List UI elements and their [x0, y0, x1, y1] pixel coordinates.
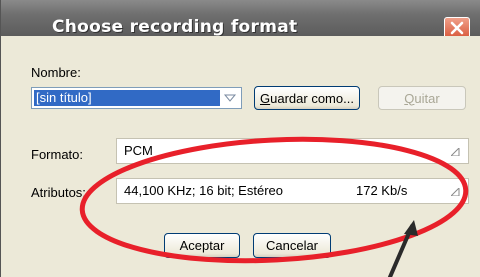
recording-format-dialog: Choose recording format Nombre: [sin tít… — [0, 0, 480, 277]
cancel-button[interactable]: Cancelar — [253, 233, 331, 258]
format-field[interactable]: PCM — [116, 138, 469, 164]
format-value: PCM — [124, 143, 153, 158]
ok-label: Aceptar — [179, 238, 225, 253]
cancel-label: Cancelar — [265, 238, 319, 253]
resize-grip-icon — [451, 188, 460, 196]
resize-grip-icon — [451, 148, 460, 156]
name-label: Nombre: — [31, 65, 81, 80]
attributes-label: Atributos: — [31, 185, 86, 200]
attributes-field[interactable]: 44,100 KHz; 16 bit; Estéreo 172 Kb/s — [116, 178, 469, 204]
remove-button[interactable]: Quitar — [378, 86, 466, 110]
remove-label: uitar — [414, 90, 440, 106]
close-icon — [450, 21, 464, 35]
dialog-title: Choose recording format — [52, 17, 298, 37]
format-label: Formato: — [31, 147, 84, 162]
ok-button[interactable]: Aceptar — [164, 233, 240, 258]
save-as-button[interactable]: Guardar como... — [254, 86, 360, 110]
remove-accel: Q — [404, 90, 415, 106]
save-as-label: uardar como... — [270, 90, 354, 106]
attributes-value: 44,100 KHz; 16 bit; Estéreo — [124, 183, 283, 198]
dropdown-arrow-icon[interactable] — [223, 92, 237, 104]
name-combobox[interactable]: [sin título] — [31, 87, 242, 109]
bitrate-value: 172 Kb/s — [356, 183, 408, 198]
title-bar[interactable]: Choose recording format — [1, 0, 480, 39]
save-as-accel: G — [260, 90, 271, 106]
name-selected-value: [sin título] — [34, 90, 220, 106]
